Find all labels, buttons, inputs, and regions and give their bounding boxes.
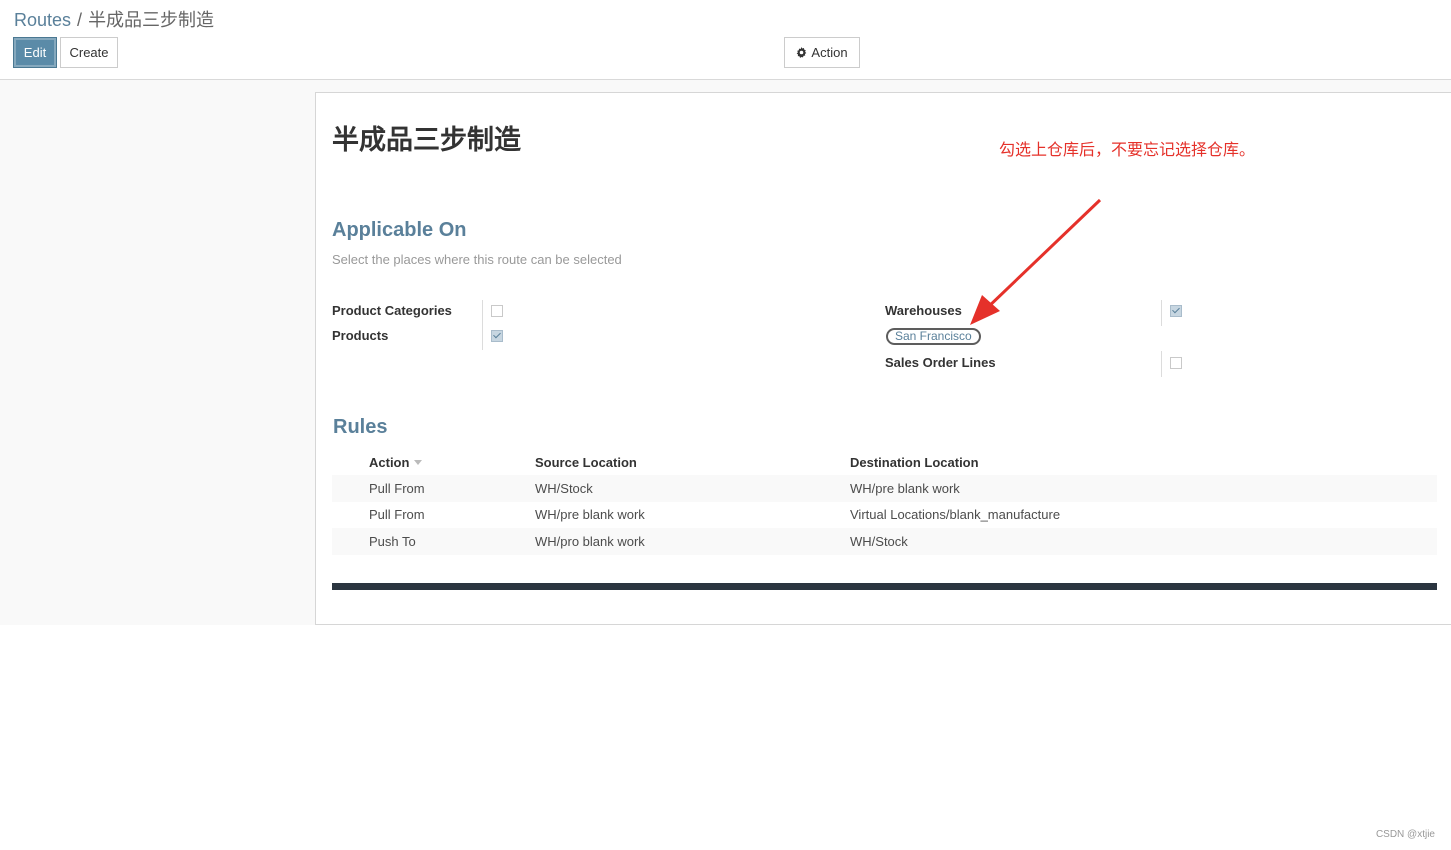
annotation-text: 勾选上仓库后，不要忘记选择仓库。 (999, 142, 1256, 159)
annotation-arrow (970, 198, 1102, 325)
sort-down-icon (414, 459, 423, 465)
field-separator (1161, 351, 1162, 377)
cell-source-location: WH/pro blank work (535, 533, 645, 549)
product-categories-label: Product Categories (332, 303, 452, 318)
column-header-source-location[interactable]: Source Location (535, 449, 850, 475)
field-separator (1161, 300, 1162, 326)
cell-source-location: WH/pre blank work (535, 507, 645, 523)
breadcrumb-separator: / (77, 10, 83, 30)
rules-title: Rules (333, 416, 388, 438)
action-button-label: Action (811, 45, 848, 60)
products-label: Products (332, 328, 389, 343)
product-categories-checkbox[interactable] (491, 305, 503, 317)
table-header-row: Action Source Location Destination Locat… (332, 449, 1437, 475)
applicable-on-title: Applicable On (332, 219, 467, 241)
cell-destination-location: WH/Stock (850, 533, 908, 549)
row-spacer (332, 502, 369, 529)
warehouses-label: Warehouses (885, 303, 962, 318)
row-spacer (332, 528, 369, 555)
warehouses-checkbox[interactable] (1170, 305, 1182, 317)
table-row[interactable]: Push To WH/pro blank work WH/Stock (332, 528, 1437, 555)
row-spacer (332, 475, 369, 502)
cell-destination-location: Virtual Locations/blank_manufacture (850, 507, 1061, 523)
column-header-action-label: Action (369, 454, 410, 470)
warehouse-tag-san-francisco[interactable]: San Francisco (886, 328, 981, 345)
column-header-destination-location[interactable]: Destination Location (850, 449, 1437, 475)
cell-action: Pull From (369, 507, 425, 523)
field-separator (482, 300, 483, 325)
record-title: 半成品三步制造 (332, 125, 521, 155)
watermark: CSDN @xtjie (1375, 829, 1435, 840)
breadcrumb-routes-link[interactable]: Routes (14, 10, 71, 30)
cell-destination-location: WH/pre blank work (850, 480, 960, 496)
action-button[interactable]: Action (784, 37, 860, 68)
control-panel: Routes / 半成品三步制造 Edit Create Action (0, 0, 1451, 80)
cell-action: Pull From (369, 480, 425, 496)
products-checkbox[interactable] (491, 330, 503, 342)
gear-icon (797, 47, 807, 58)
column-header-action[interactable]: Action (369, 449, 535, 475)
table-row[interactable]: Pull From WH/pre blank work Virtual Loca… (332, 501, 1437, 529)
edit-button[interactable]: Edit (13, 37, 57, 68)
field-separator (482, 325, 483, 350)
cell-source-location: WH/Stock (535, 480, 593, 496)
table-row[interactable]: Pull From WH/Stock WH/pre blank work (332, 475, 1437, 502)
breadcrumb: Routes / 半成品三步制造 (14, 6, 214, 32)
breadcrumb-current: 半成品三步制造 (88, 10, 215, 30)
sales-order-lines-checkbox[interactable] (1170, 357, 1182, 369)
sales-order-lines-label: Sales Order Lines (885, 355, 996, 370)
table-footer-bar (332, 583, 1437, 590)
rules-table: Action Source Location Destination Locat… (332, 449, 1437, 555)
applicable-on-hint: Select the places where this route can b… (332, 252, 622, 267)
create-button[interactable]: Create (60, 37, 118, 68)
table-header-spacer (332, 449, 369, 475)
cell-action: Push To (369, 533, 416, 549)
